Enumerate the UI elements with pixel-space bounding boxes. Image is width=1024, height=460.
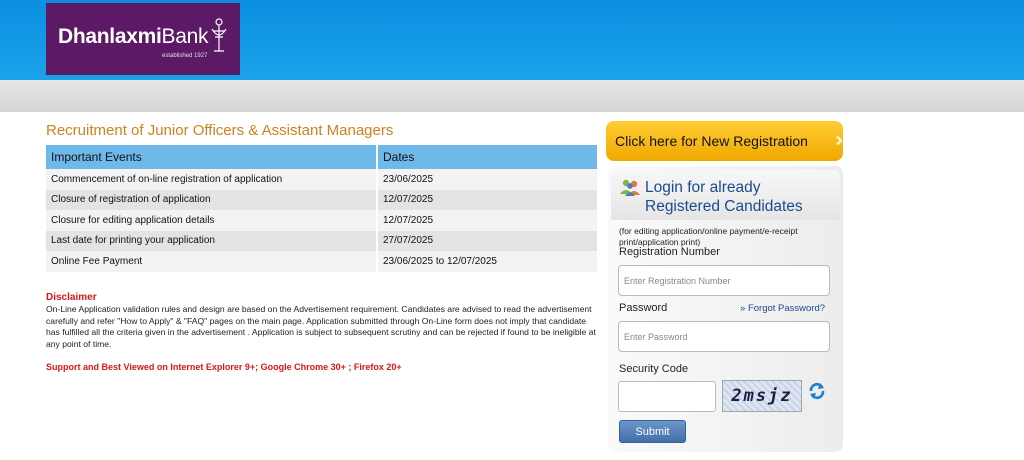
event-cell: Closure for editing application details [46, 210, 378, 231]
logo-name-bold: Dhanlaxmi [58, 25, 162, 48]
security-code-label: Security Code [619, 363, 689, 375]
event-cell: Commencement of on-line registration of … [46, 169, 378, 190]
login-title: Login for already Registered Candidates [645, 178, 803, 216]
column-header: Important Events [46, 145, 378, 169]
page-title: Recruitment of Junior Officers & Assista… [46, 122, 394, 139]
new-registration-button[interactable]: Click here for New Registration ››› [606, 121, 843, 161]
date-cell: 23/06/2025 to 12/07/2025 [377, 251, 599, 272]
registration-number-label: Registration Number [619, 246, 720, 258]
date-cell: 12/07/2025 [377, 210, 599, 231]
login-title-line-2: Registered Candidates [645, 198, 803, 215]
date-cell: 23/06/2025 [377, 169, 599, 190]
header-bar: DhanlaxmiBank established 1927 [0, 0, 1024, 80]
date-cell: 12/07/2025 [377, 189, 599, 210]
browser-support-note: Support and Best Viewed on Internet Expl… [46, 362, 402, 372]
login-subtitle: (for editing application/online payment/… [619, 226, 798, 247]
double-chevron-right-icon: » [740, 303, 746, 314]
security-code-input[interactable] [618, 381, 716, 412]
submit-button[interactable]: Submit [619, 420, 686, 443]
table-header-row: Important Events Dates [46, 145, 599, 169]
password-label: Password [619, 302, 668, 314]
event-cell: Last date for printing your application [46, 230, 378, 251]
registration-number-input[interactable] [618, 265, 830, 296]
forgot-password-link[interactable]: » Forgot Password? [740, 303, 825, 314]
disclaimer-text: On-Line Application validation rules and… [46, 304, 596, 349]
date-cell: 27/07/2025 [377, 230, 599, 251]
event-cell: Online Fee Payment [46, 251, 378, 272]
table-row: Online Fee Payment 23/06/2025 to 12/07/2… [46, 251, 599, 272]
password-input[interactable] [618, 321, 830, 352]
logo-wordmark: DhanlaxmiBank [58, 25, 208, 49]
forgot-password-label: Forgot Password? [747, 303, 826, 314]
column-header: Dates [377, 145, 599, 169]
table-row: Closure for editing application details … [46, 210, 599, 231]
logo-tagline: established 1927 [162, 53, 208, 59]
table-row: Closure of registration of application 1… [46, 189, 599, 210]
login-title-line-1: Login for already [645, 179, 761, 196]
important-events-table: Important Events Dates Commencement of o… [46, 145, 599, 272]
double-chevron-right-icon: ››› [835, 129, 843, 151]
table-row: Last date for printing your application … [46, 230, 599, 251]
goddess-emblem-icon [211, 18, 227, 52]
event-cell: Closure of registration of application [46, 189, 378, 210]
logo-name-light: Bank [161, 25, 209, 48]
bank-logo[interactable]: DhanlaxmiBank established 1927 [46, 3, 240, 75]
captcha-image: 2msjz [722, 380, 802, 412]
new-registration-label: Click here for New Registration [615, 133, 808, 149]
disclaimer-title: Disclaimer [46, 292, 97, 303]
refresh-captcha-icon[interactable] [808, 382, 826, 400]
users-icon [620, 179, 640, 196]
sub-navigation-bar [0, 80, 1024, 112]
table-row: Commencement of on-line registration of … [46, 169, 599, 190]
